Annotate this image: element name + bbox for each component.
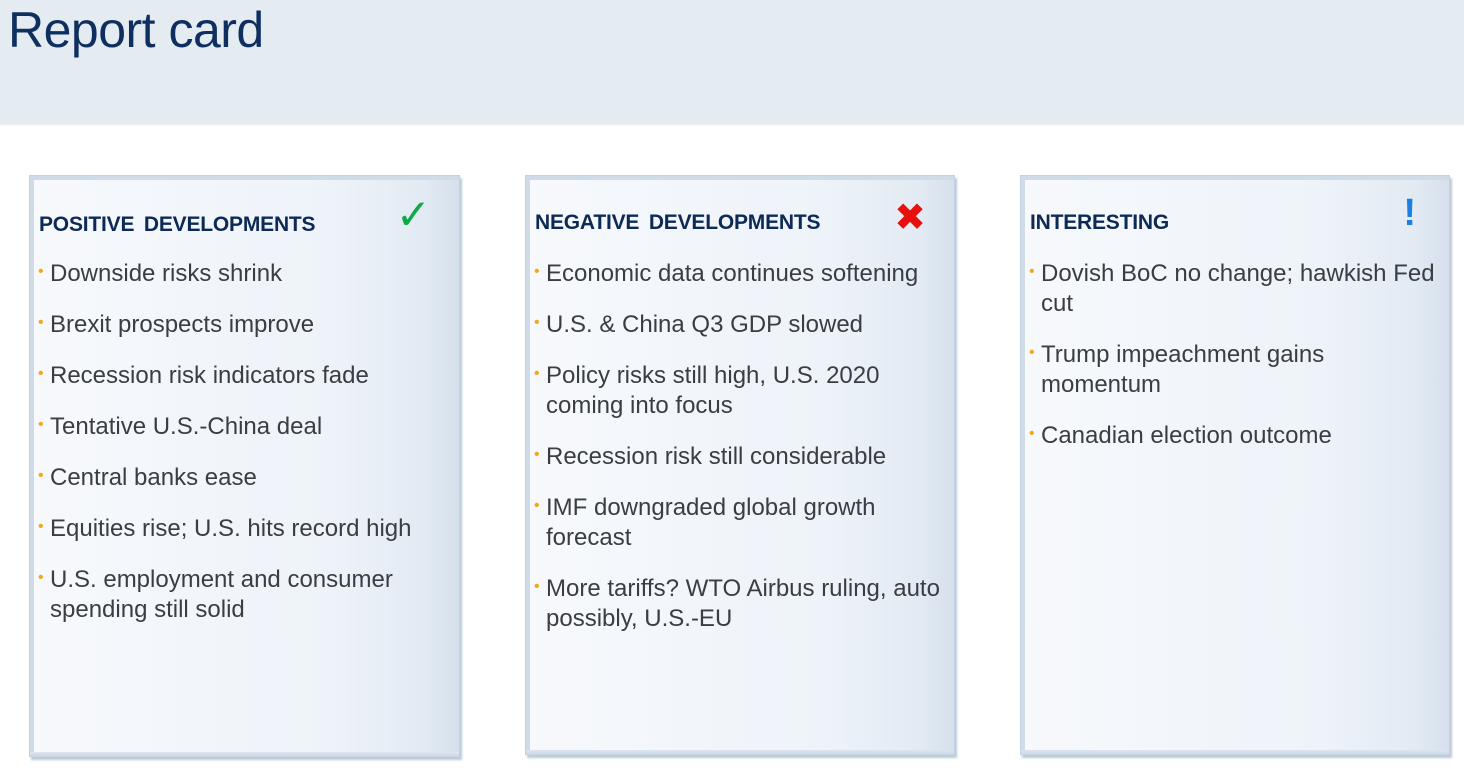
list-item: Dovish BoC no change; hawkish Fed cut [1029, 257, 1441, 319]
interesting-list: Dovish BoC no change; hawkish Fed cut Tr… [1029, 257, 1441, 472]
card-title-interesting: INTERESTING [1030, 211, 1169, 234]
list-item: IMF downgraded global growth forecast [534, 491, 946, 553]
list-item: U.S. & China Q3 GDP slowed [534, 308, 946, 340]
negative-developments-card: NEGATIVE DEVELOPMENTS ✖ Economic data co… [525, 175, 955, 755]
list-item: Equities rise; U.S. hits record high [38, 512, 451, 544]
list-item: Trump impeachment gains momentum [1029, 338, 1441, 400]
card-title-negative: NEGATIVE DEVELOPMENTS [535, 211, 821, 234]
list-item: Tentative U.S.-China deal [38, 410, 451, 442]
list-item: Economic data continues softening [534, 257, 946, 289]
exclamation-icon: ! [1403, 192, 1416, 234]
card-title-positive: POSITIVE DEVELOPMENTS [39, 213, 316, 236]
list-item: U.S. employment and consumer spending st… [38, 563, 451, 625]
list-item: Downside risks shrink [38, 257, 451, 289]
list-item: Recession risk still considerable [534, 440, 946, 472]
list-item: Recession risk indicators fade [38, 359, 451, 391]
page-title: Report card [8, 2, 264, 58]
positive-list: Downside risks shrink Brexit prospects i… [38, 257, 451, 646]
list-item: Brexit prospects improve [38, 308, 451, 340]
negative-list: Economic data continues softening U.S. &… [534, 257, 946, 655]
cross-icon: ✖ [894, 195, 926, 239]
list-item: More tariffs? WTO Airbus ruling, auto po… [534, 572, 946, 634]
list-item: Canadian election outcome [1029, 419, 1441, 451]
interesting-card: INTERESTING ! Dovish BoC no change; hawk… [1020, 175, 1450, 755]
header-banner: Report card [0, 0, 1464, 125]
positive-developments-card: POSITIVE DEVELOPMENTS ✓ Downside risks s… [29, 175, 460, 757]
list-item: Policy risks still high, U.S. 2020 comin… [534, 359, 946, 421]
list-item: Central banks ease [38, 461, 451, 493]
check-icon: ✓ [395, 190, 431, 239]
